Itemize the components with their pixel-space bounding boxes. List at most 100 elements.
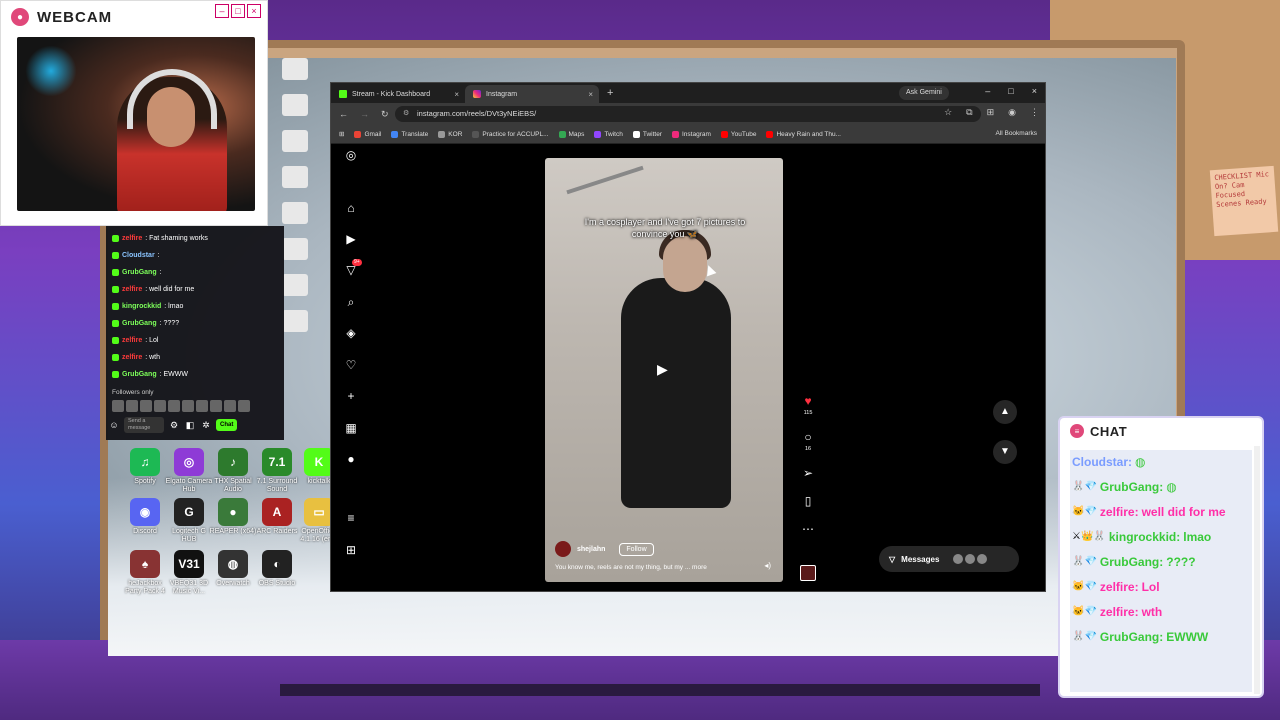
maximize-icon[interactable]: □: [1008, 86, 1013, 96]
bookmark-item[interactable]: Instagram: [671, 130, 711, 138]
reel-video[interactable]: I'm a cosplayer and I've got 7 pictures …: [545, 158, 783, 582]
chat-username[interactable]: zelfire: [122, 286, 142, 293]
desktop-icon[interactable]: [282, 202, 308, 224]
minimize-icon[interactable]: –: [215, 4, 229, 18]
url-field[interactable]: ⚙ instagram.com/reels/DVt3yNEiEBS/: [395, 106, 981, 122]
tab-kick-dashboard[interactable]: Stream - Kick Dashboard ×: [331, 85, 465, 103]
tab-instagram[interactable]: Instagram ×: [465, 85, 599, 103]
chat-username[interactable]: zelfire: [122, 354, 142, 361]
desktop-icon[interactable]: [282, 274, 308, 296]
reels-icon[interactable]: ▶: [342, 230, 360, 248]
ask-gemini-button[interactable]: Ask Gemini: [899, 86, 949, 100]
desktop-icon[interactable]: ♠ heJackbox Party Pack 4: [120, 550, 170, 596]
extensions-icon[interactable]: ⧉: [966, 107, 972, 118]
desktop-icon[interactable]: [282, 166, 308, 188]
emote[interactable]: [168, 400, 180, 412]
maximize-icon[interactable]: □: [231, 4, 245, 18]
home-icon[interactable]: ⌂: [342, 199, 360, 217]
emote[interactable]: [140, 400, 152, 412]
chat-username[interactable]: kingrockkid: [122, 303, 161, 310]
desktop-icon[interactable]: ♫ Spotify: [120, 448, 170, 486]
apps-icon[interactable]: ⊞: [339, 130, 344, 138]
messages-button[interactable]: ▽ Messages: [879, 546, 1019, 572]
bookmark-item[interactable]: Translate: [391, 130, 428, 138]
bookmark-item[interactable]: Twitter: [632, 130, 662, 138]
share-action[interactable]: ➢: [799, 464, 817, 482]
desktop-icon[interactable]: [282, 130, 308, 152]
chat-username[interactable]: GrubGang: [122, 371, 157, 378]
also-from-meta-icon[interactable]: ⊞: [342, 541, 360, 559]
new-tab-icon[interactable]: +: [607, 87, 613, 99]
menu-icon[interactable]: ⋮: [1030, 107, 1039, 118]
next-reel-button[interactable]: ▼: [993, 440, 1017, 464]
desktop-icon[interactable]: [282, 94, 308, 116]
like-action[interactable]: ♥ 115: [799, 392, 817, 416]
desktop-icon[interactable]: ◐ OBS Studio: [252, 550, 302, 588]
more-menu-icon[interactable]: ≡: [342, 509, 360, 527]
emote[interactable]: [224, 400, 236, 412]
emote[interactable]: [238, 400, 250, 412]
follow-button[interactable]: Follow: [619, 542, 654, 556]
bookmark-item[interactable]: Heavy Rain and Thu...: [766, 130, 841, 138]
audio-icon[interactable]: ◂): [764, 561, 771, 570]
emote[interactable]: [154, 400, 166, 412]
close-tab-icon[interactable]: ×: [588, 90, 593, 99]
chat-username[interactable]: GrubGang: [122, 320, 157, 327]
save-action[interactable]: ▯: [799, 492, 817, 510]
desktop-icon[interactable]: ◍ Overwatch: [208, 550, 258, 588]
all-bookmarks[interactable]: All Bookmarks: [995, 130, 1037, 137]
create-icon[interactable]: +: [342, 387, 360, 405]
star-icon[interactable]: ☆: [944, 107, 952, 118]
desktop-icon[interactable]: ♪ THX Spatial Audio: [208, 448, 258, 494]
forward-icon[interactable]: →: [360, 109, 369, 119]
play-icon[interactable]: ▶: [657, 361, 668, 378]
chat-send-button[interactable]: Chat: [216, 419, 238, 431]
emoji-icon[interactable]: ☺: [108, 419, 120, 431]
emote[interactable]: [210, 400, 222, 412]
chat-username[interactable]: zelfire: [122, 235, 142, 242]
bookmark-item[interactable]: Maps: [558, 130, 584, 138]
instagram-logo-icon[interactable]: ◎: [342, 146, 360, 164]
dashboard-icon[interactable]: ▦: [342, 419, 360, 437]
desktop-icon[interactable]: V31 VBEQ31 3D Music Vi...: [164, 550, 214, 596]
desktop-icon[interactable]: [282, 58, 308, 80]
author-avatar[interactable]: [555, 541, 571, 557]
direct-icon[interactable]: ▽ 9+: [342, 259, 362, 279]
explore-icon[interactable]: ◈: [342, 324, 360, 342]
back-icon[interactable]: ←: [339, 109, 348, 119]
emote[interactable]: [112, 400, 124, 412]
bookmark-item[interactable]: Twitch: [594, 130, 623, 138]
close-icon[interactable]: ×: [247, 4, 261, 18]
bookmark-item[interactable]: Gmail: [354, 130, 381, 138]
reload-icon[interactable]: ↻: [381, 109, 389, 120]
emote[interactable]: [126, 400, 138, 412]
desktop-icon[interactable]: G Logitech G HUB: [164, 498, 214, 544]
desktop-icon[interactable]: [282, 238, 308, 260]
desktop-icon[interactable]: ◉ Discord: [120, 498, 170, 536]
search-icon[interactable]: ⌕: [342, 293, 360, 311]
desktop-icon[interactable]: ● REAPER (x64): [208, 498, 258, 536]
chat-username[interactable]: GrubGang: [122, 269, 157, 276]
settings-icon[interactable]: ⚙: [168, 419, 180, 431]
send-message-input[interactable]: Send a message: [124, 417, 164, 433]
profile-avatar-icon[interactable]: ●: [342, 450, 360, 468]
bookmark-item[interactable]: YouTube: [720, 130, 756, 138]
author-username[interactable]: shejlahn: [577, 546, 605, 553]
profile-icon[interactable]: ◉: [1008, 107, 1016, 118]
desktop-icon[interactable]: ◎ Elgato Camera Hub: [164, 448, 214, 494]
chat-username[interactable]: Cloudstar: [122, 252, 155, 259]
bookmark-item[interactable]: Practice for ACCUPL...: [472, 130, 549, 138]
site-info-icon[interactable]: ⚙: [403, 106, 409, 122]
bookmark-item[interactable]: KOR: [438, 130, 462, 138]
chat-scrollbar[interactable]: [1254, 446, 1260, 694]
media-icon[interactable]: ⊞: [987, 107, 995, 118]
previous-reel-button[interactable]: ▲: [993, 400, 1017, 424]
more-options[interactable]: ⋯: [799, 520, 817, 538]
gift-icon[interactable]: ◧: [184, 419, 196, 431]
reel-description[interactable]: You know me, reels are not my thing, but…: [555, 564, 707, 571]
close-icon[interactable]: ×: [1032, 86, 1037, 96]
emote[interactable]: [182, 400, 194, 412]
desktop-icon[interactable]: [282, 310, 308, 332]
chat-username[interactable]: zelfire: [122, 337, 142, 344]
minimize-icon[interactable]: –: [985, 86, 990, 96]
